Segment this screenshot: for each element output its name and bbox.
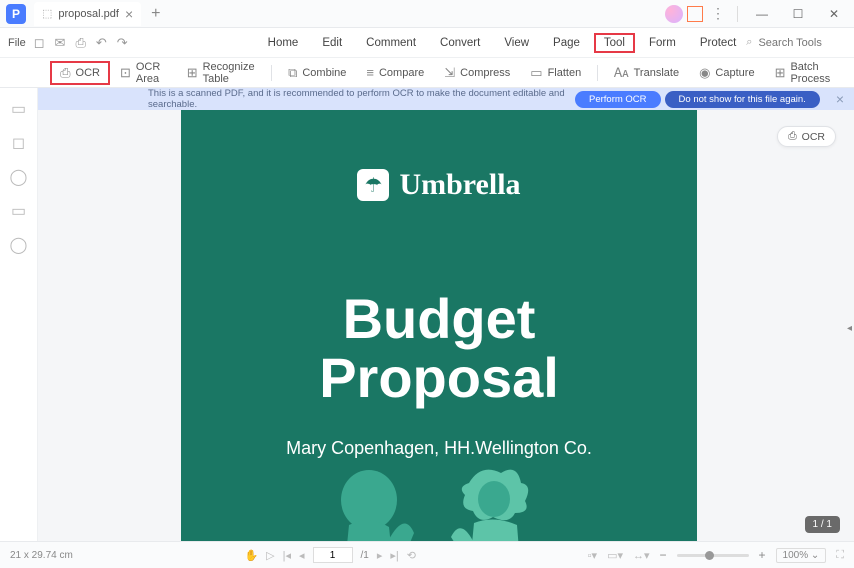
tool-recognize-table[interactable]: ⊞Recognize Table (177, 57, 266, 89)
more-menu-icon[interactable]: ⋮ (707, 5, 729, 22)
page-dimensions: 21 x 29.74 cm (10, 550, 73, 561)
page-indicator-badge: 1 / 1 (805, 516, 840, 533)
profile-orb[interactable] (665, 5, 683, 23)
document-title: Budget Proposal (181, 290, 697, 408)
view-mode-1-icon[interactable]: ▫▾ (588, 549, 597, 562)
page-number-input[interactable] (313, 547, 353, 563)
sidebar: ▭ ◻ ◯ ▭ ◯ (0, 88, 38, 541)
ocr-pill-label: OCR (802, 131, 825, 143)
menu-comment[interactable]: Comment (356, 33, 426, 53)
compress-icon: ⇲ (444, 65, 455, 81)
page-total: /1 (361, 550, 369, 561)
open-icon[interactable]: ◻ (34, 35, 45, 51)
print-icon[interactable]: ⎙ (75, 35, 85, 51)
tool-combine[interactable]: ⧉Combine (278, 61, 356, 85)
menu-form[interactable]: Form (639, 33, 686, 53)
bookmarks-icon[interactable]: ◻ (10, 134, 28, 152)
file-menu[interactable]: File (8, 37, 26, 49)
zoom-in-button[interactable]: + (759, 548, 766, 562)
select-tool-icon[interactable]: ▷ (266, 549, 274, 562)
prev-page-icon[interactable]: ◂ (299, 549, 305, 562)
tool-flatten[interactable]: ▭Flatten (520, 61, 591, 85)
content-area: This is a scanned PDF, and it is recomme… (38, 88, 854, 541)
redo-icon[interactable]: ↷ (117, 35, 128, 51)
menu-page[interactable]: Page (543, 33, 590, 53)
next-page-icon[interactable]: ▸ (377, 549, 383, 562)
tool-capture[interactable]: ◉Capture (689, 61, 764, 85)
statusbar: 21 x 29.74 cm ✋ ▷ |◂ ◂ /1 ▸ ▸| ⟲ ▫▾ ▭▾ ↔… (0, 541, 854, 568)
minimize-button[interactable]: — (746, 2, 778, 26)
ocr-floating-button[interactable]: ⎙ OCR (777, 126, 836, 147)
attachments-icon[interactable]: ▭ (10, 202, 28, 220)
tool-compress[interactable]: ⇲Compress (434, 61, 520, 85)
undo-icon[interactable]: ↶ (96, 35, 107, 51)
fullscreen-icon[interactable]: ⛶ (836, 549, 844, 562)
batch-process-icon: ⊞ (775, 65, 786, 81)
first-page-icon[interactable]: |◂ (283, 549, 291, 562)
tool-translate[interactable]: 🗛Translate (604, 61, 689, 85)
fit-width-icon[interactable]: ↔▾ (633, 549, 650, 562)
recognize-table-icon: ⊞ (187, 65, 198, 81)
translate-icon: 🗛 (614, 65, 629, 81)
brand-logo: ☂ Umbrella (181, 168, 697, 202)
tool-batch-process[interactable]: ⊞Batch Process (765, 57, 846, 89)
brand-name: Umbrella (399, 168, 520, 202)
combine-icon: ⧉ (288, 65, 297, 81)
app-icon[interactable]: P (6, 4, 26, 24)
tab-title: proposal.pdf (58, 8, 119, 20)
rotate-icon[interactable]: ⟲ (407, 549, 416, 562)
toolbar: ⎙OCR⊡OCR Area⊞Recognize Table ⧉Combine≡Co… (0, 58, 854, 88)
last-page-icon[interactable]: ▸| (390, 549, 398, 562)
logo-mark-icon: ☂ (357, 169, 389, 201)
zoom-out-button[interactable]: − (660, 548, 667, 562)
ocr-area-icon: ⊡ (120, 65, 131, 81)
save-icon[interactable]: ✉ (55, 35, 66, 51)
search-input[interactable] (758, 37, 848, 49)
titlebar: P ⬚ proposal.pdf × + ⋮ — ☐ ✕ (0, 0, 854, 28)
tab-close-icon[interactable]: × (125, 6, 133, 22)
tool-compare[interactable]: ≡Compare (356, 61, 434, 84)
ocr-icon: ⎙ (60, 65, 70, 81)
search-icon: ⌕ (746, 36, 752, 49)
dismiss-notice-button[interactable]: Do not show for this file again. (665, 91, 820, 108)
menu-edit[interactable]: Edit (312, 33, 352, 53)
zoom-level[interactable]: 100% ⌄ (776, 548, 827, 563)
menu-tool[interactable]: Tool (594, 33, 635, 53)
illustration (269, 455, 609, 541)
close-window-button[interactable]: ✕ (818, 2, 850, 26)
flatten-icon: ▭ (530, 65, 542, 81)
zoom-slider[interactable] (677, 554, 749, 557)
tool-ocr[interactable]: ⎙OCR (50, 61, 110, 85)
capture-icon: ◉ (699, 65, 710, 81)
document-tab[interactable]: ⬚ proposal.pdf × (34, 2, 141, 26)
notice-close-icon[interactable]: × (836, 91, 844, 107)
notification-icon[interactable] (687, 6, 703, 22)
menu-home[interactable]: Home (258, 33, 309, 53)
ocr-pill-icon: ⎙ (788, 130, 796, 143)
comments-icon[interactable]: ◯ (10, 168, 28, 186)
document-page[interactable]: ☂ Umbrella Budget Proposal Mary Copenhag… (181, 110, 697, 541)
menu-view[interactable]: View (494, 33, 539, 53)
maximize-button[interactable]: ☐ (782, 2, 814, 26)
tab-icon: ⬚ (42, 7, 52, 20)
new-tab-button[interactable]: + (147, 5, 164, 23)
ocr-notice-bar: This is a scanned PDF, and it is recomme… (38, 88, 854, 110)
tool-ocr-area[interactable]: ⊡OCR Area (110, 57, 177, 89)
menubar: File ◻ ✉ ⎙ ↶ ↷ HomeEditCommentConvertVie… (0, 28, 854, 58)
thumbnails-icon[interactable]: ▭ (10, 100, 28, 118)
menu-protect[interactable]: Protect (690, 33, 746, 53)
expand-right-icon[interactable]: ◂ (847, 323, 852, 334)
menu-convert[interactable]: Convert (430, 33, 490, 53)
compare-icon: ≡ (366, 65, 374, 80)
search-panel-icon[interactable]: ◯ (10, 236, 28, 254)
hand-tool-icon[interactable]: ✋ (244, 549, 258, 562)
perform-ocr-button[interactable]: Perform OCR (575, 91, 661, 108)
notice-text: This is a scanned PDF, and it is recomme… (48, 88, 575, 110)
view-mode-2-icon[interactable]: ▭▾ (607, 549, 623, 562)
